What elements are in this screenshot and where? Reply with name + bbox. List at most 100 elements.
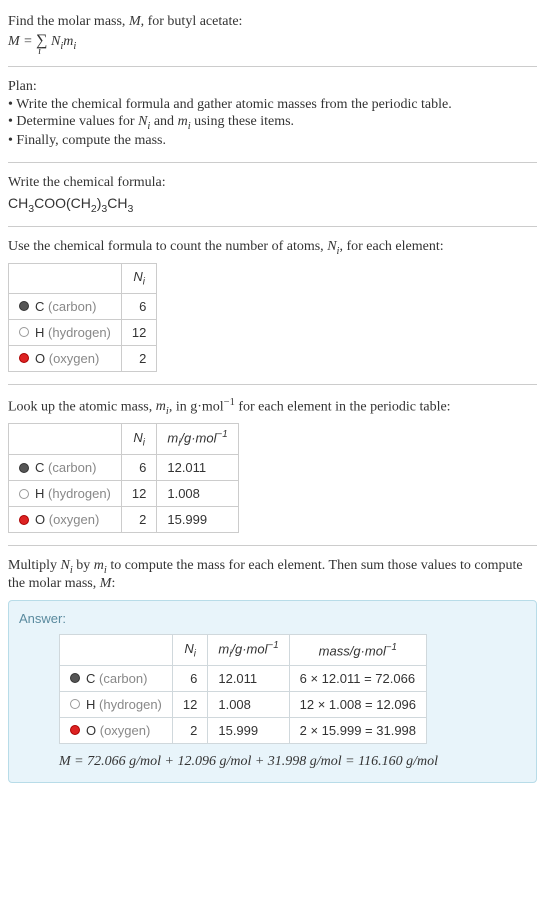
header-n: Ni [121,424,156,455]
chem-sub: 3 [127,202,133,214]
intro-var: M [129,14,141,29]
header-empty [9,264,122,294]
header-m: mi/g·mol−1 [208,634,289,665]
intro-line: Find the molar mass, M, for butyl acetat… [8,14,537,30]
m-value: 15.999 [208,717,289,743]
plan-section: Plan: • Write the chemical formula and g… [8,73,537,156]
answer-table: Ni mi/g·mol−1 mass/g·mol−1 C (carbon) 6 … [59,634,427,744]
count-title-var: N [327,239,336,254]
table-row: H (hydrogen) 12 [9,319,157,345]
divider [8,545,537,546]
divider [8,66,537,67]
element-cell: C (carbon) [9,455,122,481]
hydrogen-dot-icon [19,489,29,499]
answer-label: Answer: [19,611,526,626]
lookup-title-sup: −1 [224,397,235,408]
element-cell: H (hydrogen) [9,319,122,345]
element-name: (carbon) [99,671,147,686]
element-cell: H (hydrogen) [60,691,173,717]
header-empty [9,424,122,455]
element-cell: O (oxygen) [60,717,173,743]
count-title-post: , for each element: [339,239,443,254]
result-line: M = 72.066 g/mol + 12.096 g/mol + 31.998… [59,754,526,770]
n-value: 2 [121,345,156,371]
plan-item: • Determine values for Ni and mi using t… [8,114,537,132]
formula-lhs: M [8,34,20,49]
formula-m: m [63,34,73,49]
result-text: = 72.066 g/mol + 12.096 g/mol + 31.998 g… [71,754,438,769]
element-symbol: C [86,671,95,686]
element-name: (oxygen) [100,723,151,738]
n-value: 12 [172,691,207,717]
t: m [94,558,104,573]
t: N [61,558,70,573]
header-n: Ni [172,634,207,665]
element-name: (hydrogen) [48,486,111,501]
n-value: 2 [121,507,156,533]
result-var: M [59,754,71,769]
count-table: Ni C (carbon) 6 H (hydrogen) 12 O (oxyge… [8,263,157,372]
header-n-sub: i [143,277,145,288]
intro-text2: , for butyl acetate: [141,14,243,29]
molar-mass-formula: M = ∑i Nimi [8,32,537,52]
carbon-dot-icon [19,463,29,473]
mass-value: 12 × 1.008 = 12.096 [289,691,426,717]
t: /g·mol [231,641,267,656]
n-value: 6 [121,455,156,481]
intro-text: Find the molar mass, [8,14,129,29]
element-symbol: H [35,325,44,340]
element-name: (oxygen) [49,351,100,366]
table-row: H (hydrogen) 12 1.008 12 × 1.008 = 12.09… [60,691,427,717]
t: M [100,576,112,591]
element-name: (oxygen) [49,512,100,527]
element-symbol: H [86,697,95,712]
formula-m-sub: i [73,41,76,52]
element-symbol: C [35,299,44,314]
t: m [167,431,178,446]
formula-eq: = [20,34,36,49]
m-value: 12.011 [157,455,238,481]
chem-part: CH [107,195,127,211]
lookup-section: Look up the atomic mass, mi, in g·mol−1 … [8,391,537,539]
divider [8,384,537,385]
element-name: (carbon) [48,460,96,475]
s: −1 [217,429,228,440]
m-value: 1.008 [157,481,238,507]
answer-box: Answer: Ni mi/g·mol−1 mass/g·mol−1 C (ca… [8,600,537,783]
chem-part: CH [8,195,28,211]
divider [8,226,537,227]
lookup-title-post: for each element in the periodic table: [235,399,451,414]
table-header-row: Ni [9,264,157,294]
table-row: C (carbon) 6 12.011 6 × 12.011 = 72.066 [60,665,427,691]
oxygen-dot-icon [19,353,29,363]
multiply-text: Multiply Ni by mi to compute the mass fo… [8,558,537,592]
formula-sum-sub: i [38,46,41,57]
element-symbol: O [35,351,45,366]
table-row: H (hydrogen) 12 1.008 [9,481,239,507]
element-name: (carbon) [48,299,96,314]
formula-n: N [48,34,61,49]
chemical-formula-section: Write the chemical formula: CH3COO(CH2)3… [8,169,537,221]
lookup-table: Ni mi/g·mol−1 C (carbon) 6 12.011 H (hyd… [8,423,239,533]
header-n-text: N [133,269,142,284]
count-section: Use the chemical formula to count the nu… [8,233,537,377]
table-row: O (oxygen) 2 15.999 2 × 15.999 = 31.998 [60,717,427,743]
element-cell: O (oxygen) [9,507,122,533]
s: i [194,648,196,659]
plan-title: Plan: [8,79,537,95]
mass-value: 2 × 15.999 = 31.998 [289,717,426,743]
lookup-title-var: m [156,399,166,414]
header-mass: mass/g·mol−1 [289,634,426,665]
element-cell: C (carbon) [60,665,173,691]
plan-list: • Write the chemical formula and gather … [8,97,537,149]
n-value: 6 [172,665,207,691]
plan-item: • Finally, compute the mass. [8,133,537,149]
s: −1 [386,642,397,653]
m-value: 15.999 [157,507,238,533]
oxygen-dot-icon [70,725,80,735]
count-title-pre: Use the chemical formula to count the nu… [8,239,327,254]
s: −1 [268,640,279,651]
carbon-dot-icon [19,301,29,311]
element-symbol: H [35,486,44,501]
element-cell: H (hydrogen) [9,481,122,507]
